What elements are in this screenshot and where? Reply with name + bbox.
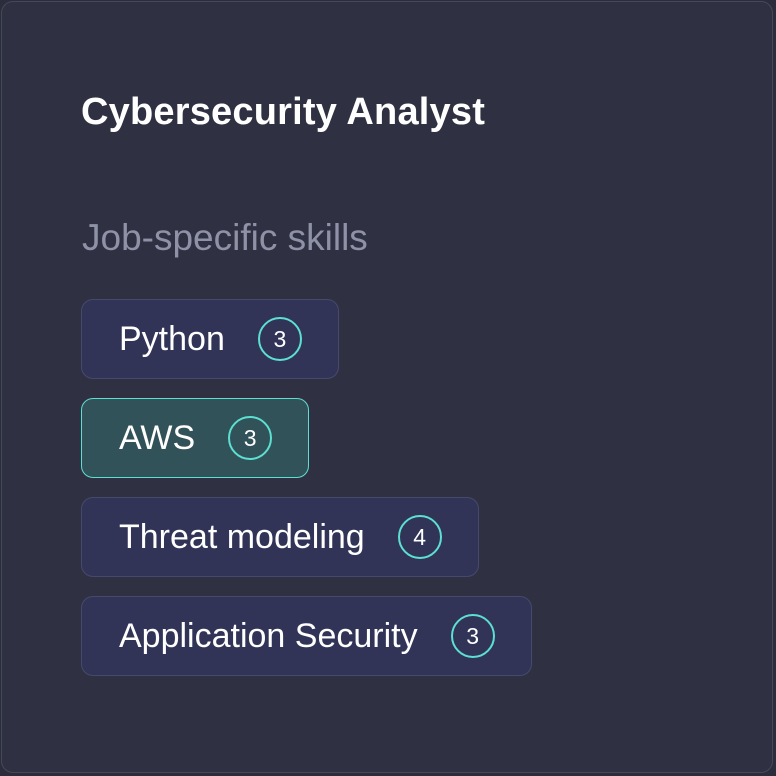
skill-count-badge: 3 <box>450 614 495 658</box>
skill-chip-label: AWS <box>119 419 196 457</box>
job-title: Cybersecurity Analyst <box>81 91 486 133</box>
skill-chip-label: Python <box>119 320 225 358</box>
skill-chip-label: Threat modeling <box>119 518 365 556</box>
skill-chip-list: Python 3 AWS 3 Threat modeling 4 Applica… <box>81 299 532 676</box>
skills-section-label: Job-specific skills <box>82 217 368 258</box>
skill-chip-python[interactable]: Python 3 <box>81 299 339 379</box>
skill-count-badge: 3 <box>257 317 302 361</box>
skill-chip-aws[interactable]: AWS 3 <box>81 398 310 478</box>
skill-chip-threat-modeling[interactable]: Threat modeling 4 <box>81 497 479 577</box>
skill-count-badge: 4 <box>397 515 442 559</box>
skill-count-badge: 3 <box>228 416 273 460</box>
job-card: Cybersecurity Analyst Job-specific skill… <box>1 1 773 773</box>
skill-chip-application-security[interactable]: Application Security 3 <box>81 596 532 676</box>
skill-chip-label: Application Security <box>119 617 418 655</box>
